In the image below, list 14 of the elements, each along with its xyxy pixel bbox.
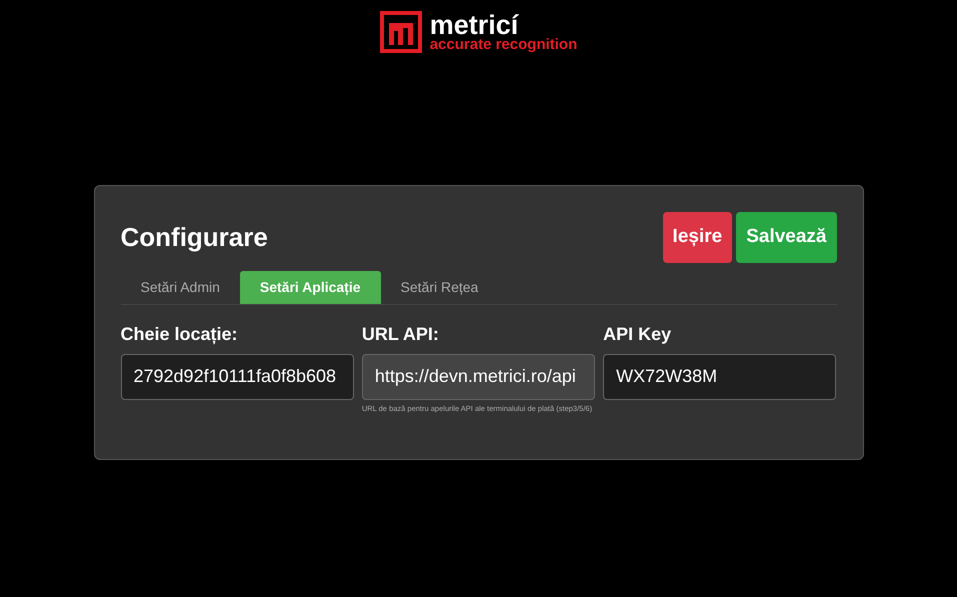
field-label: API Key (603, 322, 672, 346)
tab[interactable]: Setări Admin (120, 270, 240, 304)
logo-name: metricí (430, 12, 519, 36)
input-field[interactable]: WX72W38M (603, 354, 836, 400)
logo-icon (380, 11, 422, 53)
logo-tagline: accurate recognition (430, 36, 578, 52)
tab[interactable]: Setări Rețea (380, 270, 498, 304)
tab[interactable]: Setări Aplicație (240, 270, 381, 304)
exit-button[interactable]: Ieșire (662, 212, 732, 262)
panel-title: Configurare (120, 222, 268, 253)
field-label: Cheie locație: (120, 322, 239, 346)
field-label: URL API: (362, 322, 440, 346)
save-button[interactable]: Salvează (736, 212, 836, 262)
input-field[interactable]: 2792d92f10111fa0f8b608 (120, 354, 354, 400)
